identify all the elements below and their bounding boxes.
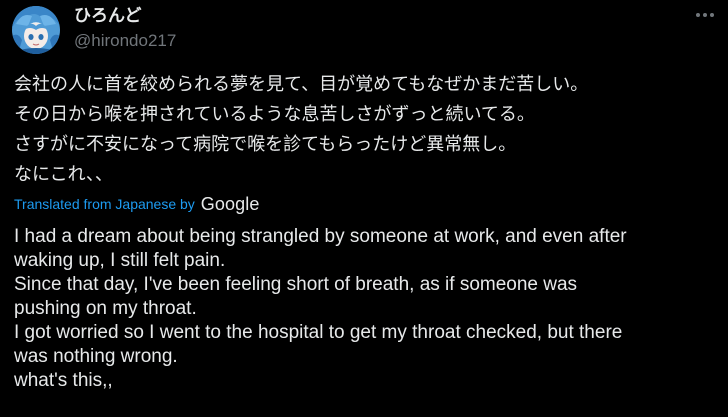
more-options-button[interactable] — [688, 0, 722, 30]
tweet-translated-text: I had a dream about being strangled by s… — [14, 225, 726, 393]
original-line: なにこれ、、 — [14, 164, 113, 185]
display-name[interactable]: ひろんど — [74, 4, 176, 28]
google-logo: Google — [200, 193, 260, 214]
translation-label-link[interactable]: Translated from Japanese by — [14, 196, 195, 212]
avatar[interactable] — [12, 6, 60, 54]
tweet-header: ひろんど @hirondo217 — [12, 4, 728, 56]
user-names: ひろんど @hirondo217 — [74, 4, 176, 52]
tweet-original-text: 会社の人に首を絞められる夢を見て、目が覚めてもなぜかまだ苦しい。 その日から喉を… — [14, 70, 720, 190]
user-handle[interactable]: @hirondo217 — [74, 30, 176, 52]
translated-line: waking up, I still felt pain. — [14, 250, 226, 271]
translation-attribution: Translated from Japanese by Google — [14, 192, 259, 216]
translated-line: I got worried so I went to the hospital … — [14, 322, 623, 343]
translated-line: pushing on my throat. — [14, 298, 197, 319]
translated-line: was nothing wrong. — [14, 346, 178, 367]
original-line: さすがに不安になって病院で喉を診てもらったけど異常無し。 — [14, 134, 517, 155]
more-horizontal-icon — [696, 13, 714, 17]
avatar-illustration-icon — [12, 6, 60, 54]
translated-line: what's this,, — [14, 370, 113, 391]
translated-line: I had a dream about being strangled by s… — [14, 226, 627, 247]
original-line: その日から喉を押されているような息苦しさがずっと続いてる。 — [14, 104, 535, 125]
tweet: ひろんど @hirondo217 会社の人に首を絞められる夢を見て、目が覚めても… — [0, 0, 728, 417]
original-line: 会社の人に首を絞められる夢を見て、目が覚めてもなぜかまだ苦しい。 — [14, 74, 589, 95]
translated-line: Since that day, I've been feeling short … — [14, 274, 578, 295]
